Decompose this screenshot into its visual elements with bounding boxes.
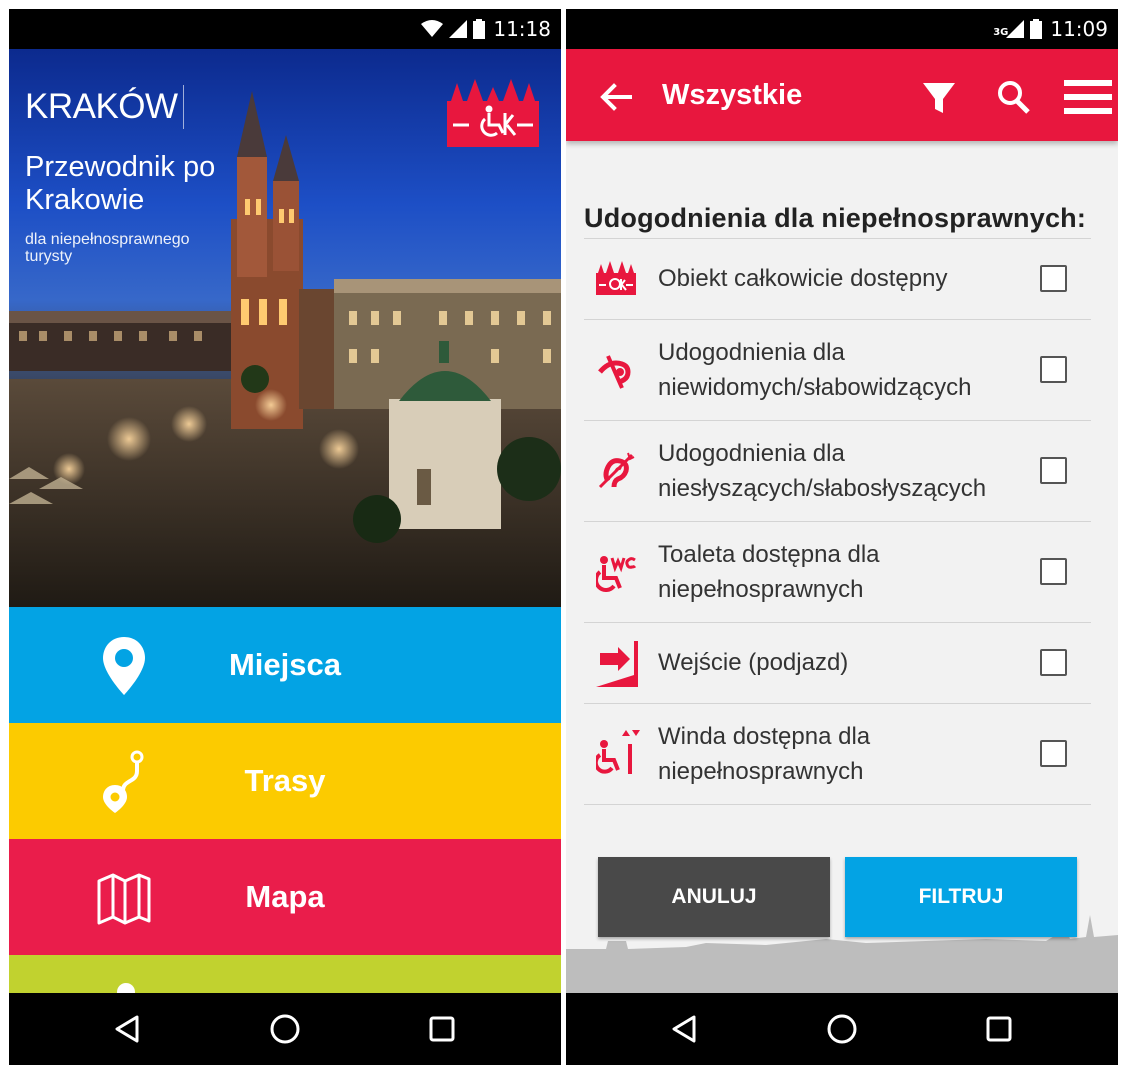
wifi-icon (421, 20, 444, 37)
status-time: 11:09 (1050, 17, 1108, 41)
home-circle-icon (270, 1014, 300, 1044)
menu-label-miejsca: Miejsca (228, 647, 341, 682)
app-toolbar: Wszystkie (566, 49, 1118, 141)
accessible-wc-icon (596, 556, 636, 592)
checkbox[interactable] (1040, 740, 1067, 767)
checkbox[interactable] (1040, 457, 1067, 484)
section-title: Udogodnienia dla niepełnosprawnych: (584, 203, 1087, 233)
guide-title: Przewodnik po Krakowie (25, 151, 216, 216)
back-triangle-icon (115, 1015, 139, 1043)
accessible-elevator-icon (596, 730, 640, 774)
recents-square-icon (986, 1016, 1012, 1042)
battery-icon (473, 19, 486, 39)
divider (584, 804, 1091, 805)
filter-button[interactable]: FILTRUJ (845, 857, 1077, 937)
filter-option-ramp[interactable]: Wejście (podjazd) (584, 623, 1091, 703)
menu-tile-partial[interactable] (9, 955, 561, 995)
menu-tile-miejsca[interactable]: Miejsca (9, 607, 561, 723)
blind-icon (598, 355, 631, 389)
accessible-krakow-logo (447, 79, 539, 147)
menu-label-trasy: Trasy (244, 763, 326, 798)
home-nav-button[interactable] (255, 999, 315, 1059)
back-nav-button[interactable] (655, 999, 715, 1059)
filter-option-fully-accessible[interactable]: Obiekt całkowicie dostępny (584, 239, 1091, 319)
hamburger-menu-icon[interactable] (1064, 79, 1112, 115)
toolbar-title: Wszystkie (662, 79, 803, 111)
filter-icon[interactable] (921, 77, 957, 117)
checkbox[interactable] (1040, 265, 1067, 292)
option-label: Udogodnienia dla niewidomych/słabowidząc… (658, 339, 972, 401)
back-arrow-icon[interactable] (596, 77, 636, 117)
home-screen: 11:18 KRAKÓW Przewodnik po Krakowie dla … (9, 9, 561, 1065)
checkbox[interactable] (1040, 356, 1067, 383)
filter-option-blind[interactable]: Udogodnienia dla niewidomych/słabowidząc… (584, 320, 1091, 420)
status-bar: 11:18 (9, 9, 561, 49)
menu-tile-mapa[interactable]: Mapa (9, 839, 561, 955)
title-divider (183, 85, 184, 129)
recents-nav-button[interactable] (412, 999, 472, 1059)
deaf-icon (598, 452, 635, 489)
signal-icon (449, 20, 468, 38)
city-name: KRAKÓW (25, 87, 178, 126)
back-nav-button[interactable] (98, 999, 158, 1059)
option-label: Winda dostępna dla niepełnosprawnych (658, 723, 871, 785)
status-time: 11:18 (493, 17, 551, 41)
recents-square-icon (429, 1016, 455, 1042)
checkbox[interactable] (1040, 649, 1067, 676)
filter-option-deaf[interactable]: Udogodnienia dla niesłyszących/słabosłys… (584, 421, 1091, 521)
hero-banner: KRAKÓW Przewodnik po Krakowie dla niepeł… (9, 49, 561, 607)
option-label: Wejście (podjazd) (658, 649, 849, 676)
guide-tagline: dla niepełnosprawnego turysty (25, 231, 190, 265)
menu-tile-trasy[interactable]: Trasy (9, 723, 561, 839)
fully-accessible-icon (596, 261, 636, 295)
system-nav-bar (9, 993, 561, 1065)
battery-icon (1030, 19, 1043, 39)
system-nav-bar (566, 993, 1118, 1065)
option-label: Obiekt całkowicie dostępny (658, 265, 948, 292)
menu-label-mapa: Mapa (245, 879, 325, 914)
checkbox[interactable] (1040, 558, 1067, 585)
back-triangle-icon (672, 1015, 696, 1043)
home-nav-button[interactable] (812, 999, 872, 1059)
recents-nav-button[interactable] (969, 999, 1029, 1059)
status-bar: 3G 11:09 (566, 9, 1118, 49)
home-circle-icon (827, 1014, 857, 1044)
filter-option-elevator[interactable]: Winda dostępna dla niepełnosprawnych (584, 704, 1091, 804)
filter-option-wc[interactable]: Toaleta dostępna dla niepełnosprawnych (584, 522, 1091, 622)
option-label: Udogodnienia dla niesłyszących/słabosłys… (658, 440, 987, 502)
search-icon[interactable] (996, 77, 1032, 117)
cancel-button[interactable]: ANULUJ (598, 857, 830, 937)
ramp-entrance-icon (596, 641, 638, 687)
filter-screen: 3G 11:09 Wszystkie Udogodnienia dla niep… (566, 9, 1118, 1065)
signal-icon (1006, 20, 1025, 38)
option-label: Toaleta dostępna dla niepełnosprawnych (658, 541, 880, 603)
